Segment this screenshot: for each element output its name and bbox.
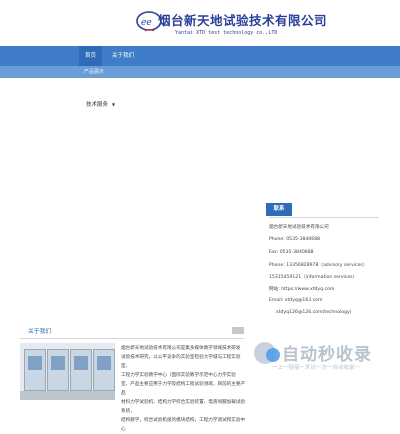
lab-photo (20, 343, 115, 400)
lab-equipment (24, 349, 46, 391)
contact-title: 联系 (266, 203, 292, 216)
company-name: 烟台新天地试验技术有限公司 (158, 13, 328, 28)
about-line: 室、产品主要应用于力学及结构工程试验领域，目前的主要产品 (121, 382, 246, 396)
about-text: 烟台新天地试验技术有限公司是集多媒体教学领域技术研发 试验技术研究，以公平竞争的… (121, 344, 246, 434)
nav-item-about[interactable]: 关于我们 (112, 46, 134, 66)
about-line: 试验技术研究，以公平竞争的实验室检验大学城与工程实验室， (121, 355, 241, 369)
about-title: 关于我们 (28, 329, 52, 335)
sub-nav: 产品展示 (0, 66, 400, 78)
about-line: 材料力学试验机、结构力学综合实验装置、电液伺服加载试验系统， (121, 400, 246, 414)
contact-phone-advisory: Phone: 13356828978（advisory services） (269, 263, 368, 268)
divider (269, 217, 379, 218)
caret-down-icon: ▼ (112, 102, 116, 107)
contact-phone: Phone: 0535-3840688 (269, 237, 321, 242)
about-line: 烟台新天地试验技术有限公司是集多媒体教学领域技术研发 (121, 346, 241, 351)
watermark-text: 自动秒收录 (282, 345, 372, 365)
about-line: 工程力学实验教学中心（国际实验教学示范中心力学实验 (121, 373, 236, 378)
lab-equipment (47, 349, 69, 391)
contact-email[interactable]: Email: xtdyq@163.com (269, 298, 322, 303)
contact-fax: Fax: 0535-3840688 (269, 250, 314, 255)
about-section-header: 关于我们 (20, 324, 244, 339)
lab-equipment (93, 349, 115, 391)
site-header: ee 烟台新天地试验技术有限公司 Yantai XTD test technol… (0, 0, 400, 46)
lab-equipment (70, 349, 92, 391)
svg-text:ee: ee (141, 18, 152, 28)
tech-services-label: 技术服务 (86, 102, 109, 108)
lab-floor (20, 391, 115, 400)
company-name-en: Yantai XTD test technology co.,LTD (175, 30, 278, 36)
contact-email-tech[interactable]: xtdyq126@126.com(technology) (276, 310, 352, 315)
sub-nav-item-products[interactable]: 产品展示 (84, 66, 104, 78)
watermark-subtext: 一上一链接一来访一次一自动收录一 (272, 365, 361, 371)
watermark-dot-icon (266, 348, 280, 362)
contact-panel: 联系 烟台新天地试验技术有限公司 Phone: 0535-3840688 Fax… (266, 203, 379, 323)
main-nav: 首页 关于我们 (0, 46, 400, 66)
contact-website[interactable]: 网站: https://www.xtdyq.com (269, 286, 334, 292)
watermark: 自动秒收录 一上一链接一来访一次一自动收录一 (252, 340, 400, 380)
contact-company: 烟台新天地试验技术有限公司 (269, 225, 329, 230)
tech-services-menu[interactable]: 技术服务 ▼ (86, 100, 115, 108)
more-button[interactable] (232, 327, 244, 334)
nav-item-home[interactable]: 首页 (79, 46, 103, 66)
about-line: 结构教学，综合试验机组的模块结构，工程力学测试和实验中心 (121, 418, 246, 432)
contact-phone-info: 15315459121（information services） (269, 275, 358, 280)
